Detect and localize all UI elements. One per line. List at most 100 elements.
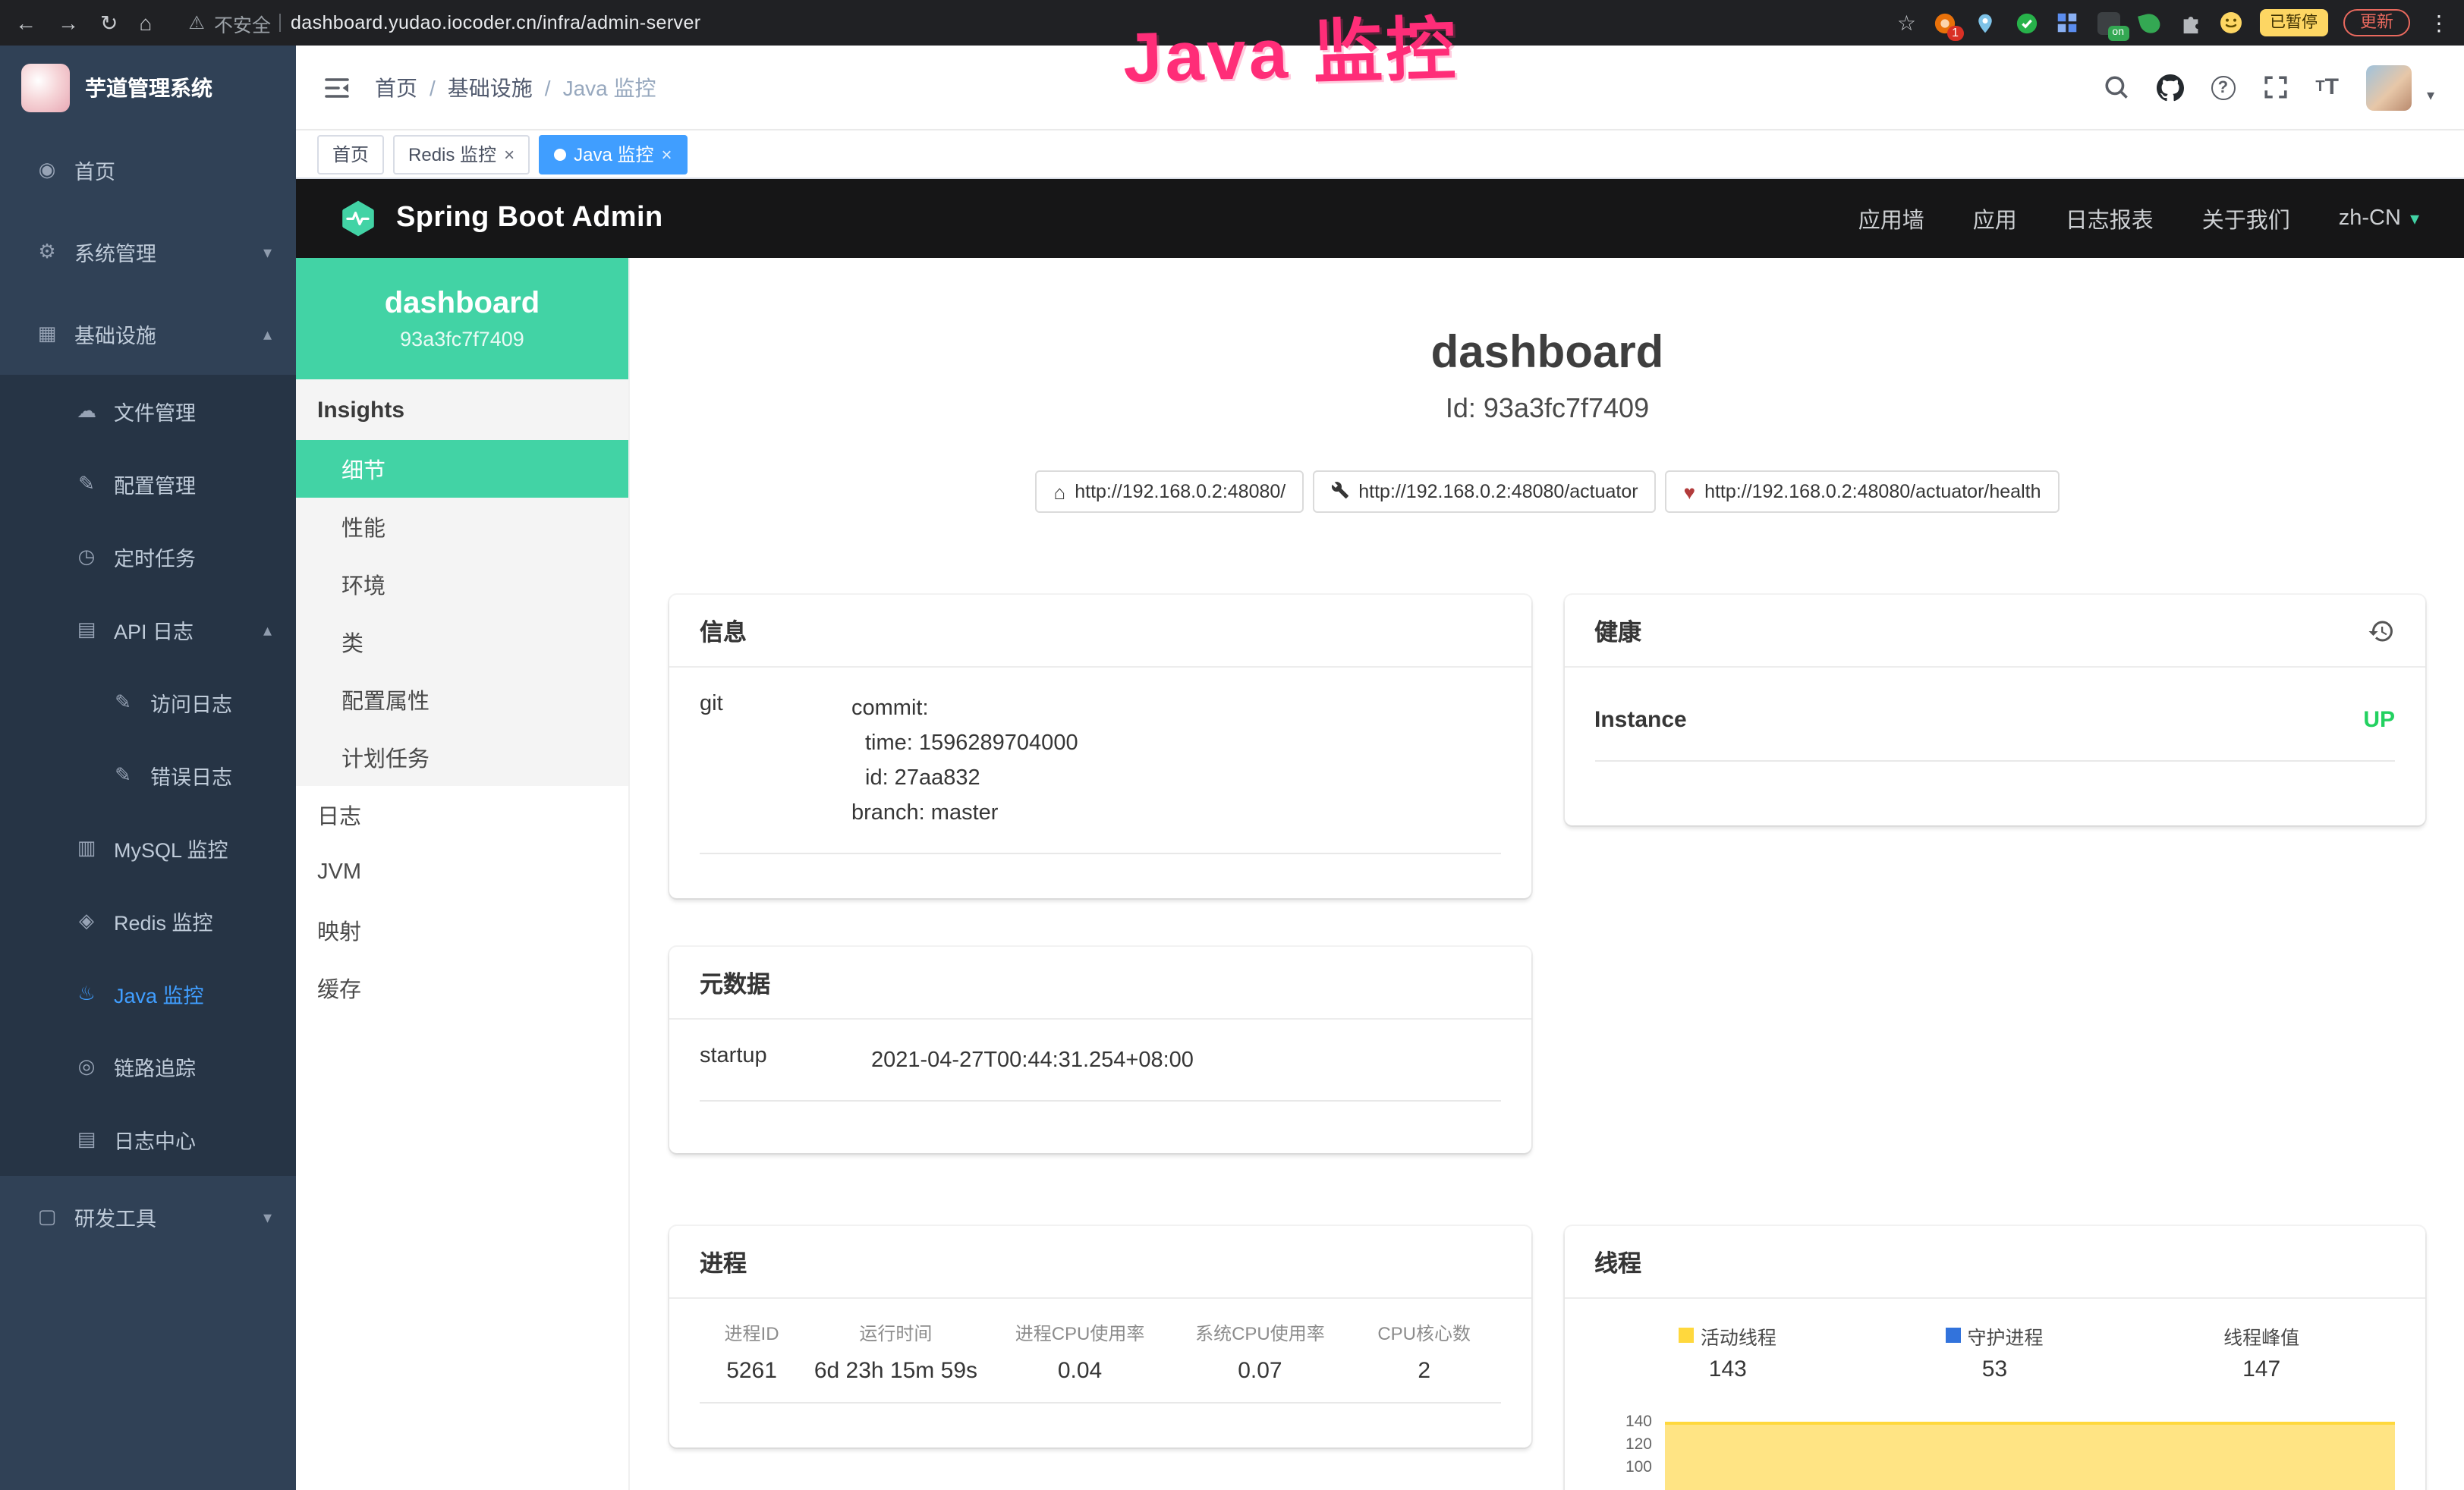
sidebar-item-infrastructure[interactable]: ▦ 基础设施 ▴ [0,293,296,375]
legend-label: 线程峰值 [2223,1321,2299,1350]
sba-brand[interactable]: Spring Boot Admin [338,199,663,238]
sidebar-item-label: API 日志 [114,615,194,645]
reload-icon[interactable]: ↻ [100,12,118,33]
sidebar-fold-icon[interactable] [323,75,351,99]
avatar-caret-icon[interactable]: ▾ [2427,87,2434,110]
log-icon: ▤ [73,1127,100,1152]
legend-swatch-daemon [1946,1328,1961,1343]
sba-side-item-caches[interactable]: 缓存 [296,959,628,1017]
sba-nav-wallboard[interactable]: 应用墙 [1858,203,1924,234]
cards-grid: 信息 git commit: time: 1596289704000 [669,595,2425,1490]
sidebar-menu: ◉ 首页 ⚙ 系统管理 ▾ ▦ 基础设施 ▴ ☁ 文件管理 [0,129,296,1490]
bookmark-star-icon[interactable]: ☆ [1897,12,1916,33]
sidebar-item-tracing[interactable]: ◎ 链路追踪 [0,1030,296,1103]
tab-redis-monitor[interactable]: Redis 监控 × [393,134,530,174]
github-icon[interactable] [2156,74,2183,101]
sidebar-item-mysql-monitor[interactable]: ▥ MySQL 监控 [0,812,296,885]
fullscreen-icon[interactable] [2262,74,2288,100]
extension-switch-icon[interactable]: on [2095,10,2121,36]
extension-orange-icon[interactable]: 1 [1931,10,1957,36]
sidebar-item-log-center[interactable]: ▤ 日志中心 [0,1103,296,1176]
column-header: 运行时间 [804,1320,988,1346]
sba-header: Spring Boot Admin 应用墙 应用 日志报表 关于我们 zh-CN… [296,179,2464,258]
address-bar[interactable]: ⚠ 不安全 dashboard.yudao.iocoder.cn/infra/a… [188,8,700,37]
help-icon[interactable]: ? [2211,75,2235,99]
sidebar-item-home[interactable]: ◉ 首页 [0,129,296,211]
endpoint-base-url-button[interactable]: ⌂ http://192.168.0.2:48080/ [1036,470,1304,513]
sba-side-item-scheduled-tasks[interactable]: 计划任务 [296,728,628,786]
grid-squares-icon [2056,12,2078,33]
breadcrumb-home[interactable]: 首页 [375,72,417,102]
column-header: 进程ID [700,1320,804,1346]
app-logo-row[interactable]: 芋道管理系统 [0,46,296,129]
browser-menu-icon[interactable]: ⋮ [2428,10,2450,36]
sba-instance-name: dashboard [385,287,540,322]
info-card-title: 信息 [700,614,747,647]
sba-locale-selector[interactable]: zh-CN ▾ [2339,206,2419,231]
sidebar-item-label: 日志中心 [114,1124,196,1155]
tab-java-monitor[interactable]: Java 监控 × [539,134,687,174]
spring-boot-admin-frame: Spring Boot Admin 应用墙 应用 日志报表 关于我们 zh-CN… [296,179,2464,1490]
forward-icon[interactable]: → [58,12,79,33]
browser-update-button[interactable]: 更新 [2343,9,2410,36]
sba-side-item-environment[interactable]: 环境 [296,555,628,613]
sidebar-item-config-mgmt[interactable]: ✎ 配置管理 [0,448,296,520]
sba-instance-header: dashboard 93a3fc7f7409 [296,258,628,379]
sba-body: dashboard 93a3fc7f7409 Insights 细节 性能 环境… [296,258,2464,1490]
sba-side-item-metrics[interactable]: 性能 [296,498,628,555]
puzzle-icon [2179,11,2201,34]
cloud-upload-icon: ☁ [73,399,100,423]
paused-badge[interactable]: 已暂停 [2259,10,2328,36]
extensions-puzzle-icon[interactable] [2177,10,2203,36]
legend-value: 147 [2128,1350,2395,1390]
extension-grid-icon[interactable] [2054,10,2080,36]
sba-side-item-mappings[interactable]: 映射 [296,901,628,959]
instance-id-line: Id: 93a3fc7f7409 [669,391,2425,425]
git-commit-time: time: 1596289704000 [851,727,1500,762]
extension-smiley-icon[interactable] [2218,10,2244,36]
history-icon[interactable] [2368,617,2395,644]
sidebar-item-access-logs[interactable]: ✎ 访问日志 [0,666,296,739]
sba-nav-about[interactable]: 关于我们 [2202,203,2290,234]
process-table: 进程ID 5261 运行时间 6d 23h 15m 59s [700,1320,1500,1404]
endpoint-health-button[interactable]: ♥ http://192.168.0.2:48080/actuator/heal… [1666,470,2060,513]
extension-leaf-icon[interactable] [2136,10,2162,36]
breadcrumb-infrastructure[interactable]: 基础设施 [448,72,533,102]
legend-live-threads: 活动线程 143 [1594,1320,1861,1390]
sidebar-item-error-logs[interactable]: ✎ 错误日志 [0,739,296,812]
endpoint-label: http://192.168.0.2:48080/actuator/health [1704,481,2041,502]
small-t-glyph: T [2315,79,2324,96]
extension-green-check-icon[interactable] [2013,10,2039,36]
sidebar-item-api-logs[interactable]: ▤ API 日志 ▴ [0,593,296,666]
sba-side-item-details[interactable]: 细节 [296,440,628,498]
legend-label: 活动线程 [1701,1321,1776,1350]
endpoint-actuator-button[interactable]: http://192.168.0.2:48080/actuator [1313,470,1656,513]
active-tab-dot [554,148,566,160]
tab-home[interactable]: 首页 [317,134,384,174]
sba-nav-journal[interactable]: 日志报表 [2066,203,2154,234]
sba-side-item-jvm[interactable]: JVM [296,844,628,901]
search-icon[interactable] [2103,74,2129,100]
database-icon: ▥ [73,836,100,860]
font-size-icon[interactable]: TT [2315,74,2339,100]
sidebar-item-label: 文件管理 [114,396,196,426]
breadcrumb-current: Java 监控 [563,72,656,102]
sba-side-item-classes[interactable]: 类 [296,613,628,671]
close-icon[interactable]: × [661,145,672,163]
back-icon[interactable]: ← [15,12,36,33]
sidebar-item-java-monitor[interactable]: ♨ Java 监控 [0,957,296,1030]
close-icon[interactable]: × [504,145,515,163]
sidebar-item-file-mgmt[interactable]: ☁ 文件管理 [0,375,296,448]
main-column: 首页 / 基础设施 / Java 监控 ? [296,46,2464,1490]
browser-home-icon[interactable]: ⌂ [139,12,152,33]
extension-pin-icon[interactable] [1972,10,1998,36]
sidebar-item-redis-monitor[interactable]: ◈ Redis 监控 [0,885,296,957]
sidebar-item-dev-tools[interactable]: ▢ 研发工具 ▾ [0,1176,296,1258]
sidebar-item-system-mgmt[interactable]: ⚙ 系统管理 ▾ [0,211,296,293]
user-avatar[interactable] [2366,64,2412,110]
sidebar-item-scheduled-tasks[interactable]: ◷ 定时任务 [0,520,296,593]
sba-side-item-config-props[interactable]: 配置属性 [296,671,628,728]
sba-nav-applications[interactable]: 应用 [1973,203,2017,234]
sba-side-item-logfile[interactable]: 日志 [296,786,628,844]
sidebar-item-label: 定时任务 [114,542,196,572]
